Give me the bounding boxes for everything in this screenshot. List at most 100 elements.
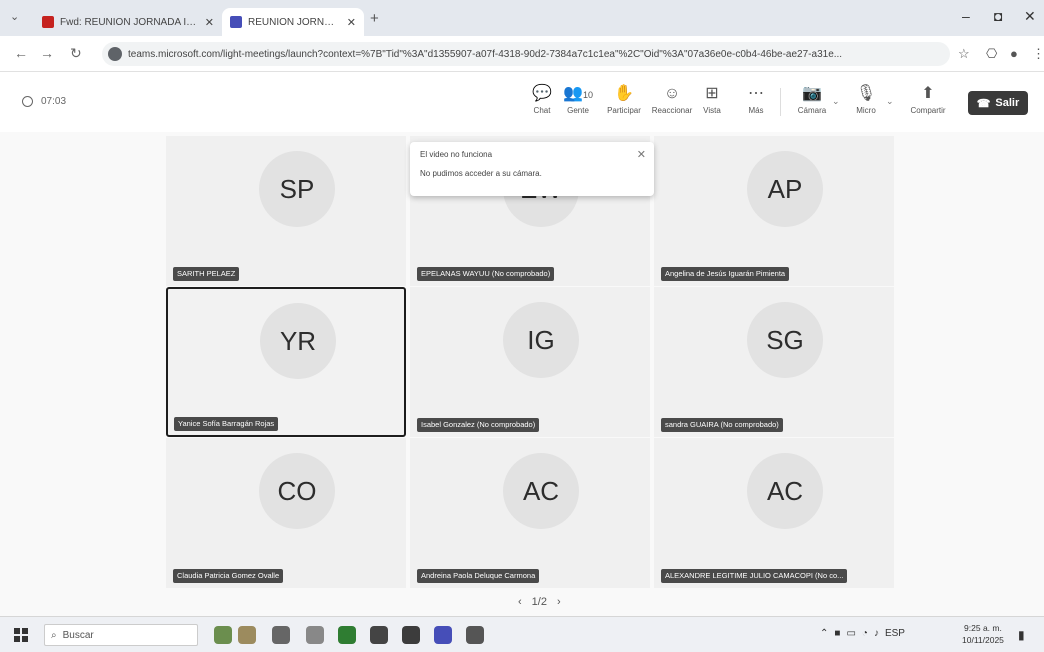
tab-teams[interactable]: REUNION JORNADA INTE... ✕	[222, 8, 364, 36]
toolbar-divider	[780, 88, 781, 116]
raise-hand-button[interactable]: ✋ Participar	[602, 84, 646, 115]
share-icon: ⬆	[921, 85, 935, 102]
mail-app-icon[interactable]	[466, 626, 484, 644]
tab-gmail[interactable]: Fwd: REUNION JORNADA INTE... ✕	[34, 8, 222, 36]
tab-search-icon[interactable]: ⌄	[10, 10, 19, 23]
search-placeholder: Buscar	[62, 629, 94, 641]
hand-icon: ✋	[614, 85, 634, 102]
chrome-browser-icon[interactable]	[370, 626, 388, 644]
leave-button[interactable]: ☎ Salir	[968, 91, 1028, 115]
clock-date: 10/11/2025	[962, 635, 1004, 645]
minimize-button[interactable]: –	[962, 8, 970, 24]
task-view-icon[interactable]	[272, 626, 290, 644]
more-icon: ⋯	[748, 85, 764, 102]
grid-view-icon: ⊞	[705, 85, 719, 102]
taskbar-search-input[interactable]: ⌕ Buscar	[44, 624, 198, 646]
file-explorer-icon[interactable]	[306, 626, 324, 644]
url-input[interactable]: teams.microsoft.com/light-meetings/launc…	[102, 42, 950, 66]
battery-icon[interactable]: ▭	[846, 628, 855, 639]
gmail-icon	[42, 16, 54, 28]
people-icon: 👥10	[563, 85, 593, 102]
edge-browser-icon[interactable]	[338, 626, 356, 644]
tab-close-icon[interactable]: ✕	[347, 16, 356, 29]
share-button[interactable]: ⬆ Compartir	[906, 84, 950, 115]
wifi-icon[interactable]: ◔	[862, 628, 868, 639]
camera-button[interactable]: 📷 Cámara	[790, 84, 834, 115]
system-tray: ⌃ ■ ▭ ◔ ♪ ESP	[820, 628, 905, 639]
weather-widget-icon[interactable]	[214, 626, 232, 644]
avatar: SG	[747, 302, 823, 378]
mic-button[interactable]: 🎙 Micro	[844, 84, 888, 115]
mic-label: Micro	[856, 106, 876, 115]
tray-app-icon[interactable]: ■	[834, 628, 840, 639]
participant-tile[interactable]: SP SARITH PELAEZ	[166, 136, 406, 286]
timer-icon	[22, 96, 33, 107]
participant-name: SARITH PELAEZ	[173, 267, 240, 281]
close-window-button[interactable]: ✕	[1024, 8, 1036, 25]
volume-icon[interactable]: ♪	[874, 628, 879, 639]
windows-start-icon[interactable]	[14, 628, 28, 642]
meeting-toolbar: 07:03 💬 Chat 👥10 Gente ✋ Participar ☺ Re…	[0, 72, 1044, 132]
avatar: SP	[259, 151, 335, 227]
avatar: AP	[747, 151, 823, 227]
view-button[interactable]: ⊞ Vista	[690, 84, 734, 115]
phone-hangup-icon: ☎	[976, 97, 991, 110]
mic-options-chevron-icon[interactable]: ⌄	[886, 96, 894, 107]
view-label: Vista	[703, 106, 721, 115]
new-tab-button[interactable]: +	[370, 10, 379, 27]
tab-close-icon[interactable]: ✕	[205, 16, 214, 29]
participant-name: Andreina Paola Deluque Carmona	[417, 569, 540, 583]
url-text: teams.microsoft.com/light-meetings/launc…	[128, 48, 843, 60]
camera-error-toast: El video no funciona No pudimos acceder …	[410, 142, 654, 196]
participant-tile[interactable]: IG Isabel Gonzalez (No comprobado)	[410, 287, 650, 437]
participant-name: EPELANAS WAYUU (No comprobado)	[417, 267, 555, 281]
profile-icon[interactable]: ●	[1010, 46, 1018, 61]
participant-tile[interactable]: SG sandra GUAIRA (No comprobado)	[654, 287, 894, 437]
people-count: 10	[582, 90, 593, 100]
maximize-button[interactable]: ◘	[994, 8, 1002, 24]
participant-tile[interactable]: AP Angelina de Jesús Iguarán Pimienta	[654, 136, 894, 286]
tab-title: REUNION JORNADA INTE...	[248, 16, 341, 28]
teams-taskbar-icon[interactable]	[434, 626, 452, 644]
avatar: AC	[747, 453, 823, 529]
participant-name: Yanice Sofía Barragán Rojas	[174, 417, 279, 431]
taskbar-app-icon[interactable]	[238, 626, 256, 644]
participant-name: Angelina de Jesús Iguarán Pimienta	[661, 267, 790, 281]
bookmark-star-icon[interactable]: ☆	[958, 46, 970, 62]
google-icon[interactable]	[402, 626, 420, 644]
search-icon: ⌕	[51, 629, 57, 641]
participant-tile[interactable]: AC ALEXANDRE LEGITIME JULIO CAMACOPI (No…	[654, 438, 894, 588]
tray-overflow-icon[interactable]: ⌃	[820, 628, 828, 639]
avatar: IG	[503, 302, 579, 378]
gallery-pager: ‹ 1/2 ›	[518, 596, 561, 608]
participant-name: sandra GUAIRA (No comprobado)	[661, 418, 783, 432]
next-page-button[interactable]: ›	[557, 596, 561, 608]
toast-title: El video no funciona	[420, 150, 493, 159]
language-indicator[interactable]: ESP	[885, 628, 905, 639]
taskbar-clock[interactable]: 9:25 a. m. 10/11/2025	[962, 622, 1004, 646]
page-indicator: 1/2	[531, 596, 547, 608]
avatar: YR	[260, 303, 336, 379]
more-button[interactable]: ⋯ Más	[734, 84, 778, 115]
notifications-icon[interactable]: ▮	[1018, 628, 1025, 642]
participant-name: Isabel Gonzalez (No comprobado)	[417, 418, 540, 432]
people-button[interactable]: 👥10 Gente	[556, 84, 600, 115]
avatar: CO	[259, 453, 335, 529]
windows-taskbar: ⌕ Buscar ⌃ ■ ▭ ◔ ♪ ESP 9:25 a. m. 10/11/…	[0, 616, 1044, 652]
site-info-icon[interactable]	[108, 47, 122, 61]
toast-close-icon[interactable]: ✕	[637, 148, 646, 161]
participant-tile[interactable]: CO Claudia Patricia Gomez Ovalle	[166, 438, 406, 588]
back-icon[interactable]: ←	[14, 45, 28, 61]
browser-tab-strip: ⌄ Fwd: REUNION JORNADA INTE... ✕ REUNION…	[0, 0, 1044, 36]
camera-options-chevron-icon[interactable]: ⌄	[832, 96, 840, 107]
browser-menu-icon[interactable]: ⋮	[1032, 46, 1044, 62]
react-label: Reaccionar	[651, 106, 693, 115]
participant-tile[interactable]: AC Andreina Paola Deluque Carmona	[410, 438, 650, 588]
forward-icon[interactable]: →	[40, 45, 54, 61]
tab-title: Fwd: REUNION JORNADA INTE...	[60, 16, 199, 28]
reload-icon[interactable]: ↻	[70, 45, 82, 62]
prev-page-button[interactable]: ‹	[518, 596, 522, 608]
react-button[interactable]: ☺ Reaccionar	[650, 84, 694, 115]
participant-tile-active[interactable]: YR Yanice Sofía Barragán Rojas	[166, 287, 406, 437]
extensions-icon[interactable]: ⎔	[986, 46, 997, 62]
